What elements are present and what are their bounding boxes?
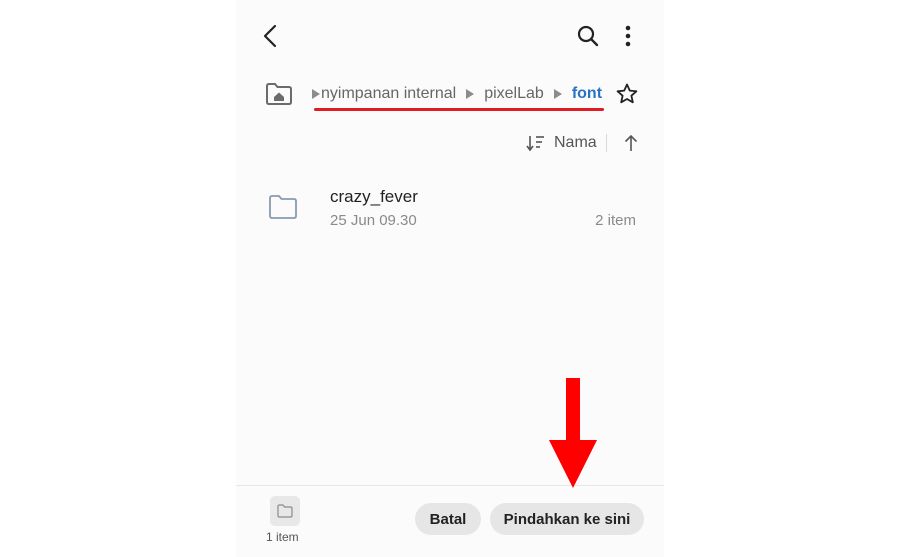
file-item-count: 2 item bbox=[595, 212, 636, 229]
annotation-arrow-icon bbox=[549, 440, 597, 488]
home-folder-icon bbox=[266, 83, 292, 105]
breadcrumb-separator-icon bbox=[466, 89, 475, 99]
home-folder-button[interactable] bbox=[262, 79, 296, 109]
breadcrumb-item-font[interactable]: font bbox=[572, 85, 602, 103]
list-item[interactable]: crazy_fever 25 Jun 09.30 2 item bbox=[236, 170, 664, 248]
annotation-arrow-shaft bbox=[566, 378, 580, 442]
breadcrumb: nyimpanan internal pixelLab font bbox=[312, 81, 602, 107]
folder-icon bbox=[269, 195, 297, 219]
cancel-button[interactable]: Batal bbox=[415, 503, 481, 535]
sort-direction-button[interactable] bbox=[618, 130, 644, 156]
move-here-button[interactable]: Pindahkan ke sini bbox=[490, 503, 644, 535]
selection-thumbnail bbox=[270, 496, 300, 526]
more-vertical-icon bbox=[625, 25, 631, 47]
folder-small-icon bbox=[277, 504, 293, 518]
breadcrumb-separator-icon bbox=[553, 89, 562, 99]
sort-divider bbox=[606, 134, 607, 152]
chevron-left-icon bbox=[263, 24, 277, 48]
sort-label: Nama bbox=[554, 134, 597, 151]
search-button[interactable] bbox=[572, 21, 604, 51]
file-date: 25 Jun 09.30 bbox=[330, 212, 417, 229]
breadcrumb-item-internal-storage[interactable]: nyimpanan internal bbox=[321, 85, 456, 103]
breadcrumb-item-pixellab[interactable]: pixelLab bbox=[484, 85, 544, 103]
annotation-underline bbox=[314, 108, 604, 111]
selection-count: 1 item bbox=[266, 530, 299, 544]
breadcrumb-separator-icon bbox=[312, 89, 320, 99]
search-icon bbox=[577, 25, 599, 47]
file-manager-screen: nyimpanan internal pixelLab font Nama cr… bbox=[236, 0, 664, 557]
bottom-action-bar: 1 item Batal Pindahkan ke sini bbox=[236, 485, 664, 557]
sort-icon bbox=[526, 136, 544, 152]
star-outline-icon bbox=[616, 83, 638, 104]
more-options-button[interactable] bbox=[614, 21, 642, 51]
back-button[interactable] bbox=[256, 20, 284, 52]
favorite-button[interactable] bbox=[612, 80, 642, 108]
arrow-up-icon bbox=[624, 134, 638, 151]
file-name: crazy_fever bbox=[330, 187, 418, 206]
sort-by-button[interactable]: Nama bbox=[526, 130, 597, 156]
